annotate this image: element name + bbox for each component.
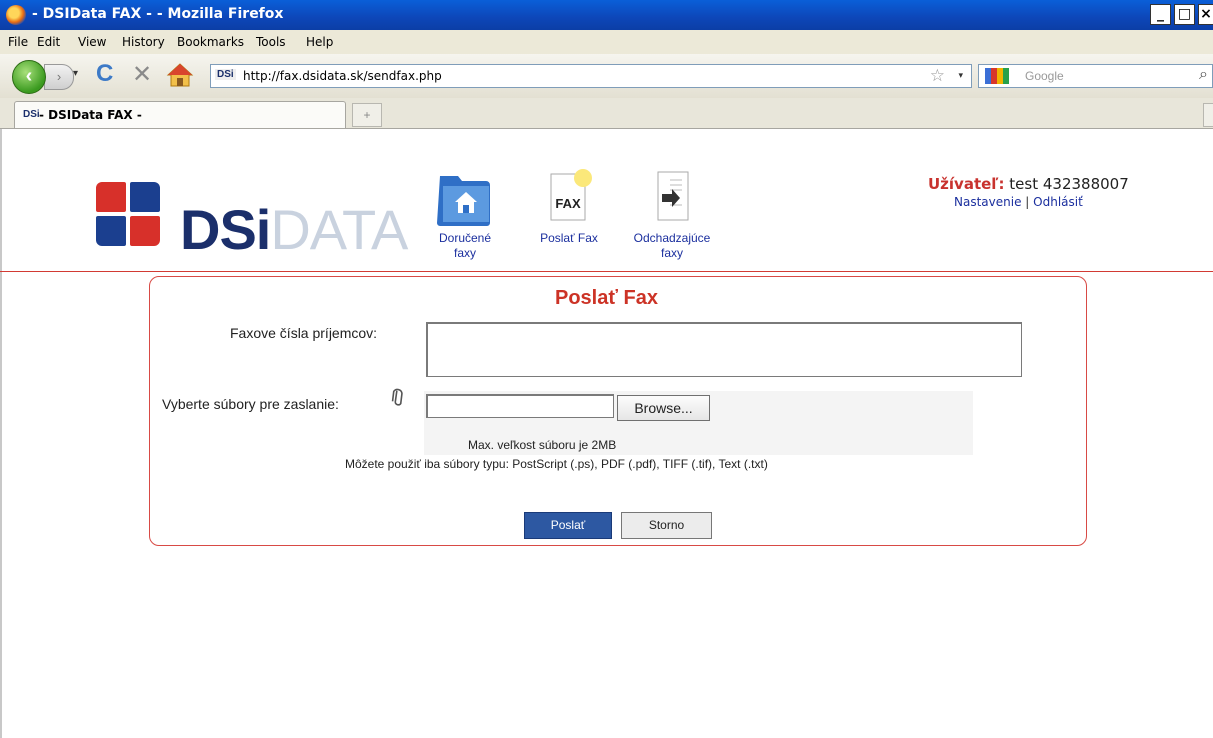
history-dropdown-icon[interactable]: ▾ bbox=[73, 68, 78, 79]
logout-link[interactable]: Odhlásiť bbox=[1033, 195, 1083, 209]
tab-label: - DSIData FAX - bbox=[39, 108, 142, 122]
navigation-toolbar: › ‹ ▾ C ✕ DSi http://fax.dsidata.sk/send… bbox=[0, 54, 1213, 99]
address-bar[interactable]: DSi http://fax.dsidata.sk/sendfax.php ☆ … bbox=[210, 64, 972, 88]
tab-scroll-button[interactable] bbox=[1203, 103, 1213, 127]
url-text[interactable]: http://fax.dsidata.sk/sendfax.php bbox=[243, 69, 442, 83]
header-divider bbox=[0, 271, 1213, 272]
cancel-button[interactable]: Storno bbox=[621, 512, 712, 539]
site-favicon: DSi bbox=[215, 69, 236, 80]
back-button[interactable]: ‹ bbox=[12, 60, 46, 94]
nav-outbox-label-2: faxy bbox=[660, 246, 683, 260]
search-icon[interactable]: ⌕ bbox=[1199, 66, 1208, 84]
tab-dsidata-fax[interactable]: DSi - DSIData FAX - bbox=[14, 101, 346, 128]
menu-bar: File Edit View History Bookmarks Tools H… bbox=[0, 30, 1213, 54]
menu-history[interactable]: History bbox=[122, 35, 165, 49]
file-path-input[interactable] bbox=[426, 394, 614, 418]
bookmark-star-icon[interactable]: ☆ bbox=[930, 66, 945, 86]
send-button[interactable]: Poslať bbox=[524, 512, 612, 539]
home-icon[interactable] bbox=[166, 62, 194, 88]
dsidata-logo[interactable]: DSiDATA bbox=[96, 182, 408, 261]
stop-button[interactable]: ✕ bbox=[132, 60, 152, 89]
recipients-label: Faxove čísla príjemcov: bbox=[230, 325, 378, 341]
tab-bar: DSi - DSIData FAX - + bbox=[0, 98, 1213, 129]
file-types-note: Môžete použiť iba súbory typu: PostScrip… bbox=[345, 457, 768, 471]
user-label: Užívateľ: bbox=[928, 175, 1005, 193]
nav-inbox-label-1: Doručené bbox=[438, 231, 492, 245]
outgoing-document-icon bbox=[657, 171, 689, 221]
recipients-input[interactable] bbox=[426, 322, 1022, 377]
window-titlebar: - DSIData FAX - - Mozilla Firefox _ □ × bbox=[0, 0, 1213, 30]
menu-edit[interactable]: Edit bbox=[37, 35, 60, 49]
folder-home-icon bbox=[437, 176, 490, 226]
maximize-button[interactable]: □ bbox=[1174, 4, 1195, 25]
window-title: - DSIData FAX - - Mozilla Firefox bbox=[32, 6, 284, 22]
minimize-button[interactable]: _ bbox=[1150, 4, 1171, 25]
menu-help[interactable]: Help bbox=[306, 35, 333, 49]
link-separator: | bbox=[1025, 195, 1030, 209]
form-title: Poslať Fax bbox=[555, 287, 658, 309]
logo-text: DSiDATA bbox=[180, 198, 408, 261]
menu-tools[interactable]: Tools bbox=[256, 35, 286, 49]
close-button[interactable]: × bbox=[1198, 4, 1213, 25]
svg-text:FAX: FAX bbox=[555, 196, 581, 211]
fax-document-icon: FAX bbox=[550, 169, 592, 221]
new-tab-button[interactable]: + bbox=[352, 103, 382, 127]
tab-favicon: DSi bbox=[23, 109, 40, 120]
user-value: test 432388007 bbox=[1009, 175, 1129, 193]
user-links: Nastavenie | Odhlásiť bbox=[954, 195, 1083, 209]
menu-bookmarks[interactable]: Bookmarks bbox=[177, 35, 244, 49]
google-icon[interactable] bbox=[985, 68, 1009, 84]
menu-view[interactable]: View bbox=[78, 35, 106, 49]
forward-button[interactable]: › bbox=[44, 64, 74, 90]
firefox-icon bbox=[6, 5, 26, 25]
files-label: Vyberte súbory pre zaslanie: bbox=[162, 396, 339, 412]
search-bar[interactable]: Google ⌕ bbox=[978, 64, 1213, 88]
nav-inbox-label-2: faxy bbox=[453, 246, 476, 260]
reload-button[interactable]: C bbox=[96, 60, 113, 88]
menu-file[interactable]: File bbox=[8, 35, 28, 49]
max-size-note: Max. veľkost súboru je 2MB bbox=[468, 438, 617, 452]
browse-button[interactable]: Browse... bbox=[617, 395, 710, 421]
search-placeholder[interactable]: Google bbox=[1025, 69, 1064, 83]
nav-send-fax-label: Poslať Fax bbox=[540, 231, 598, 245]
user-info: Užívateľ: test 432388007 bbox=[928, 175, 1129, 193]
settings-link[interactable]: Nastavenie bbox=[954, 195, 1021, 209]
url-dropdown-icon[interactable]: ▾ bbox=[958, 70, 963, 81]
nav-outbox-label-1: Odchadzajúce bbox=[633, 231, 711, 245]
